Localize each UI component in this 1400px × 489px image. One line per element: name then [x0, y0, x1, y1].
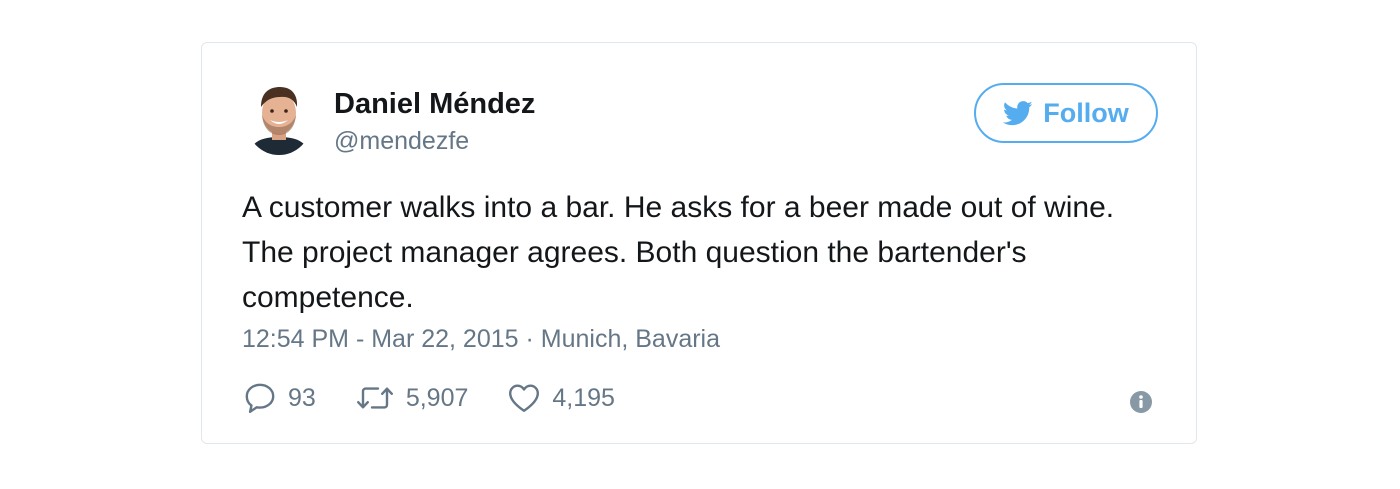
follow-label: Follow: [1043, 97, 1129, 128]
tweet-text: A customer walks into a bar. He asks for…: [242, 191, 1115, 314]
retweet-action[interactable]: 5,907: [354, 380, 469, 416]
tweet-actions: 93 5,907 4,195: [242, 380, 653, 416]
like-count: 4,195: [552, 383, 615, 412]
follow-button[interactable]: Follow: [974, 83, 1158, 143]
avatar-image: [247, 83, 311, 155]
heart-icon: [509, 384, 540, 412]
author-handle[interactable]: @mendezfe: [334, 127, 469, 156]
avatar[interactable]: [247, 83, 311, 155]
author-display-name[interactable]: Daniel Méndez: [334, 88, 535, 121]
twitter-bird-icon: [1003, 100, 1033, 125]
retweet-icon: [356, 387, 393, 409]
retweet-count: 5,907: [405, 383, 469, 412]
reply-action[interactable]: 93: [242, 380, 316, 416]
tweet-timestamp-location[interactable]: 12:54 PM - Mar 22, 2015 · Munich, Bavari…: [242, 325, 720, 354]
like-action[interactable]: 4,195: [506, 380, 615, 416]
tweet-card: Daniel Méndez @mendezfe Follow A custome…: [201, 42, 1197, 444]
info-icon[interactable]: [1129, 390, 1153, 414]
reply-count: 93: [288, 383, 316, 412]
reply-icon: [245, 383, 275, 413]
